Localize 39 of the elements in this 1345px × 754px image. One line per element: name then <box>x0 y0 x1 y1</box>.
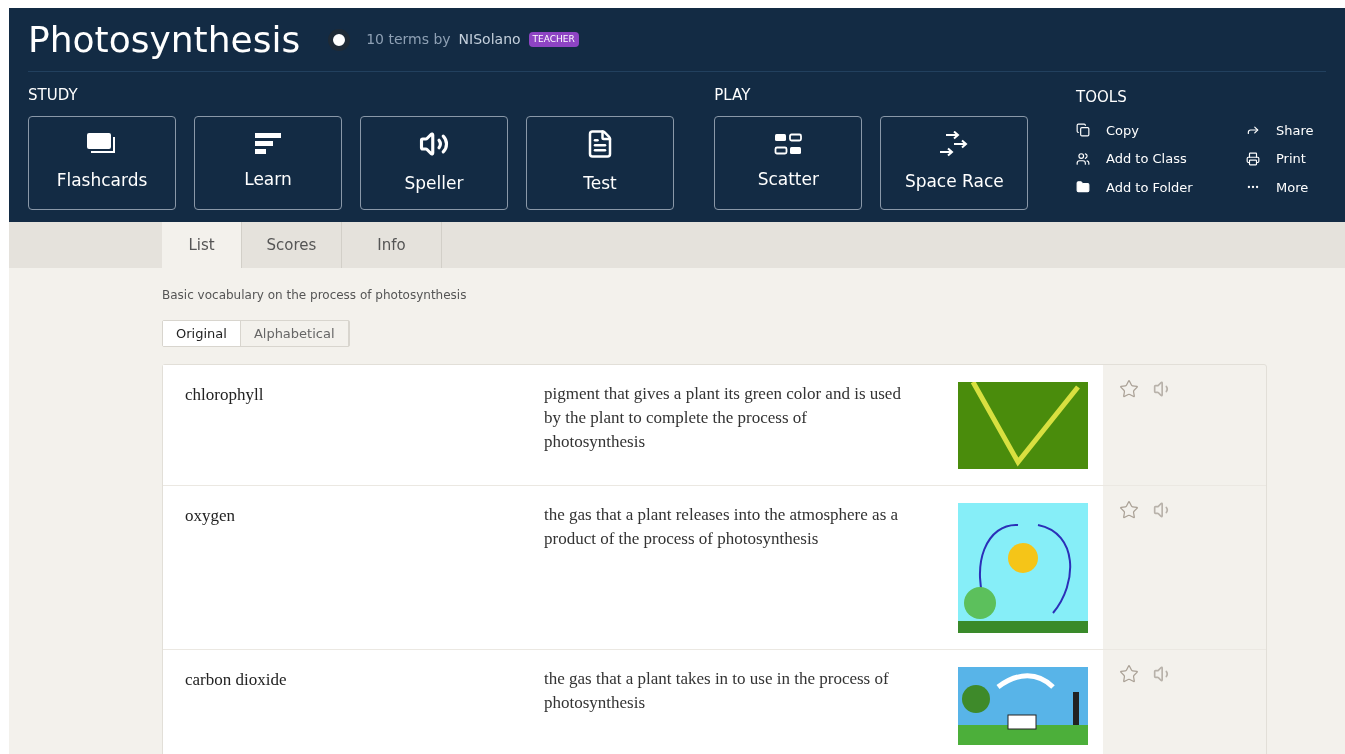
term-text: carbon dioxide <box>185 669 288 691</box>
tool-link[interactable]: More <box>1246 177 1326 197</box>
section-label: TOOLS <box>1076 87 1128 108</box>
study-mode-button[interactable]: Test <box>526 115 674 210</box>
definition-text: the gas that a plant releases into the atmosphere as a product of the process of photosynthesis <box>544 504 900 550</box>
tool-link[interactable]: Print <box>1246 149 1326 169</box>
author-link[interactable]: NISolano <box>458 29 521 50</box>
tool-link[interactable]: Add to Folder <box>1076 177 1246 197</box>
tool-link[interactable]: Copy <box>1076 120 1246 140</box>
section-label: PLAY <box>714 85 752 106</box>
set-title: Photosynthesis <box>28 21 301 58</box>
avatar-icon <box>328 28 351 51</box>
bars-icon <box>255 132 281 155</box>
star-icon[interactable] <box>1119 664 1139 684</box>
term-text: chlorophyll <box>185 384 265 406</box>
teacher-badge: TEACHER <box>528 31 579 48</box>
definition-text: pigment that gives a plant its green color and is used by the plant to complete the process of photosynthesis <box>544 383 902 453</box>
set-description: Basic vocabulary on the process of photosynthesis <box>162 287 468 304</box>
cards-icon <box>86 131 118 156</box>
print-icon <box>1246 151 1260 166</box>
definition-text: the gas that a plant takes in to use in the process of photosynthesis <box>544 668 890 714</box>
study-mode-button[interactable]: Speller <box>360 115 508 210</box>
tool-link[interactable]: Add to Class <box>1076 149 1246 169</box>
tab[interactable]: List <box>162 222 242 268</box>
star-icon[interactable] <box>1119 500 1139 520</box>
study-mode-button[interactable]: Flashcards <box>28 115 176 210</box>
copy-icon <box>1076 123 1090 138</box>
section-label: STUDY <box>28 85 79 106</box>
tool-link[interactable]: Share <box>1246 120 1326 140</box>
folder-icon <box>1076 180 1090 195</box>
people-icon <box>1076 151 1090 166</box>
study-mode-button[interactable]: Space Race <box>880 115 1029 210</box>
study-mode-button[interactable]: Learn <box>194 115 342 210</box>
term-count-text: 10 terms by <box>366 30 451 49</box>
tiles-icon <box>774 132 803 155</box>
study-mode-button[interactable]: Scatter <box>714 115 863 210</box>
star-icon[interactable] <box>1119 379 1139 399</box>
sort-toggle[interactable]: Original <box>163 321 241 346</box>
term-text: oxygen <box>185 505 237 527</box>
